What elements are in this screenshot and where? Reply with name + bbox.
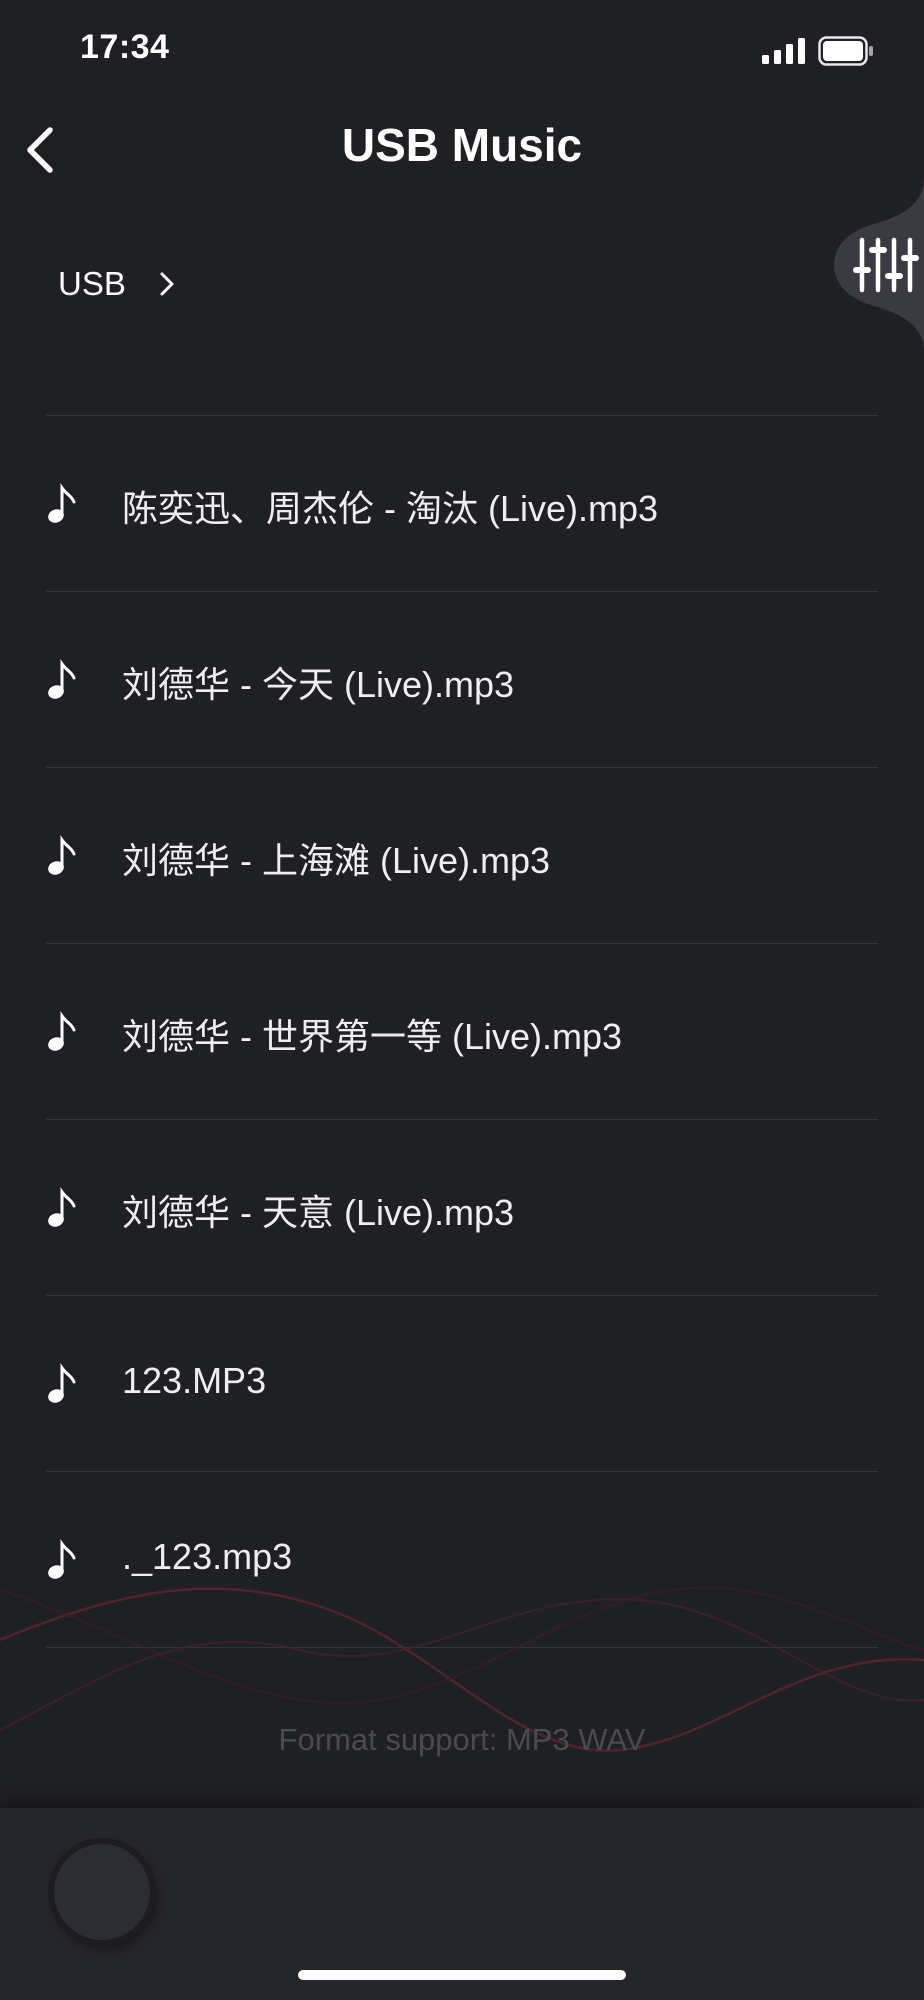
- list-item[interactable]: 刘德华 - 上海滩 (Live).mp3: [46, 768, 878, 944]
- list-item[interactable]: 陈奕迅、周杰伦 - 淘汰 (Live).mp3: [46, 416, 878, 592]
- home-indicator[interactable]: [298, 1970, 626, 1980]
- list-item[interactable]: 123.MP3: [46, 1296, 878, 1472]
- chevron-right-icon: [160, 272, 174, 296]
- list-item[interactable]: 刘德华 - 天意 (Live).mp3: [46, 1120, 878, 1296]
- music-note-icon: [48, 483, 76, 523]
- file-name: 刘德华 - 天意 (Live).mp3: [122, 1192, 515, 1233]
- music-note-icon: [48, 659, 76, 699]
- music-note-icon: [48, 1363, 76, 1403]
- page-title: USB Music: [341, 119, 583, 171]
- cellular-signal-icon: [762, 38, 805, 64]
- music-note-icon: [48, 835, 76, 875]
- album-art-disc[interactable]: [54, 1844, 150, 1940]
- file-name: 刘德华 - 今天 (Live).mp3: [122, 664, 515, 705]
- file-name: 刘德华 - 上海滩 (Live).mp3: [122, 840, 551, 881]
- list-item[interactable]: 刘德华 - 今天 (Live).mp3: [46, 592, 878, 768]
- file-list: 陈奕迅、周杰伦 - 淘汰 (Live).mp3 刘德华 - 今天 (Live).…: [46, 415, 878, 1648]
- file-name: 陈奕迅、周杰伦 - 淘汰 (Live).mp3: [122, 488, 659, 529]
- battery-icon: [818, 36, 873, 66]
- equalizer-button[interactable]: [834, 178, 924, 352]
- music-note-icon: [48, 1187, 76, 1227]
- navigation-header: USB Music: [0, 100, 924, 200]
- format-support-note: Format support: MP3 WAV: [278, 1722, 646, 1757]
- status-bar: 17:34: [0, 0, 924, 100]
- breadcrumb[interactable]: USB: [58, 258, 178, 310]
- file-name: 刘德华 - 世界第一等 (Live).mp3: [122, 1016, 623, 1057]
- file-name: 123.MP3: [122, 1360, 267, 1401]
- status-time: 17:34: [80, 28, 170, 66]
- wave-decoration: [0, 1586, 924, 1752]
- music-note-icon: [48, 1011, 76, 1051]
- list-item[interactable]: 刘德华 - 世界第一等 (Live).mp3: [46, 944, 878, 1120]
- breadcrumb-item-usb[interactable]: USB: [58, 265, 126, 303]
